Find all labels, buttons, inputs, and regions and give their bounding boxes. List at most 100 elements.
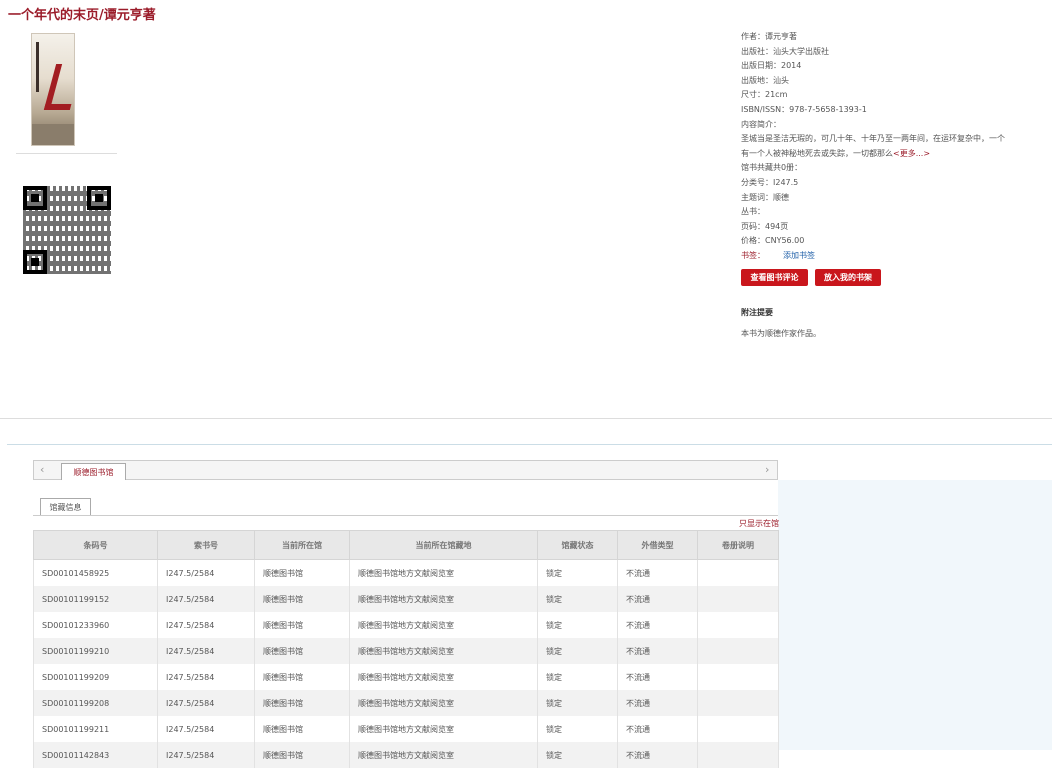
- qr-finder-top-left: [23, 186, 47, 210]
- cell-barcode: SD00101199208: [33, 690, 158, 716]
- table-header-row: 条码号 索书号 当前所在馆 当前所在馆藏地 馆藏状态 外借类型 卷册说明: [33, 530, 779, 560]
- subtab-divider: [33, 515, 778, 516]
- cell-loan-type: 不流通: [617, 612, 698, 638]
- qr-finder-bottom-left: [23, 250, 47, 274]
- cell-status: 锁定: [537, 690, 618, 716]
- table-row: SD00101142843 I247.5/2584 顺德图书馆 顺德图书馆地方文…: [33, 742, 779, 768]
- cell-call-number: I247.5/2584: [157, 612, 255, 638]
- tab-holdings-info[interactable]: 馆藏信息: [40, 498, 91, 515]
- info-pub-date: 出版日期：2014: [741, 61, 802, 71]
- tab-library[interactable]: 顺德图书馆: [61, 463, 126, 480]
- cell-volume-note: [697, 664, 779, 690]
- cell-location: 顺德图书馆地方文献阅览室: [349, 638, 538, 664]
- more-link[interactable]: <更多...>: [893, 149, 930, 158]
- cell-status: 锁定: [537, 586, 618, 612]
- cell-loan-type: 不流通: [617, 586, 698, 612]
- header-volume-note: 卷册说明: [697, 530, 779, 560]
- cell-call-number: I247.5/2584: [157, 690, 255, 716]
- cell-call-number: I247.5/2584: [157, 742, 255, 768]
- cell-library: 顺德图书馆: [254, 559, 350, 586]
- cell-call-number: I247.5/2584: [157, 586, 255, 612]
- info-intro-label: 内容简介：: [741, 119, 781, 129]
- cell-volume-note: [697, 742, 779, 768]
- qr-finder-top-right: [87, 186, 111, 210]
- book-cover-image[interactable]: [31, 33, 75, 146]
- cell-loan-type: 不流通: [617, 742, 698, 768]
- cover-spine: [36, 42, 39, 92]
- cell-call-number: I247.5/2584: [157, 716, 255, 742]
- header-current-location: 当前所在馆藏地: [349, 530, 538, 560]
- holdings-table: 条码号 索书号 当前所在馆 当前所在馆藏地 馆藏状态 外借类型 卷册说明 SD0…: [33, 530, 779, 768]
- qr-code: [23, 186, 111, 274]
- book-info-panel: 作者：谭元亨著 出版社：汕头大学出版社 出版日期：2014 出版地：汕头 尺寸：…: [741, 30, 1011, 264]
- cell-library: 顺德图书馆: [254, 664, 350, 690]
- info-copies: 馆书共藏共0册：: [741, 163, 803, 173]
- info-pages: 页码：494页: [741, 221, 789, 231]
- view-reviews-button[interactable]: 查看图书评论: [741, 269, 808, 286]
- cell-volume-note: [697, 559, 779, 586]
- cell-barcode: SD00101233960: [33, 612, 158, 638]
- add-to-shelf-button[interactable]: 放入我的书架: [815, 269, 881, 286]
- info-size: 尺寸：21cm: [741, 90, 788, 100]
- section-divider: [0, 418, 1052, 419]
- cell-barcode: SD00101199152: [33, 586, 158, 612]
- info-isbn: ISBN/ISSN：978-7-5658-1393-1: [741, 104, 867, 114]
- cell-library: 顺德图书馆: [254, 690, 350, 716]
- bookmark-label: 书签：: [741, 250, 765, 260]
- header-current-library: 当前所在馆: [254, 530, 350, 560]
- only-in-library-link[interactable]: 只显示在馆: [739, 518, 779, 529]
- cell-library: 顺德图书馆: [254, 612, 350, 638]
- notes-text: 本书为顺德作家作品。: [741, 329, 821, 338]
- cell-volume-note: [697, 638, 779, 664]
- library-tab-bar: ‹ ›: [33, 460, 778, 480]
- cell-volume-note: [697, 690, 779, 716]
- table-row: SD00101458925 I247.5/2584 顺德图书馆 顺德图书馆地方文…: [33, 559, 779, 586]
- info-author: 作者：谭元亨著: [741, 32, 797, 41]
- tab-scroll-right-icon[interactable]: ›: [765, 463, 769, 476]
- table-row: SD00101233960 I247.5/2584 顺德图书馆 顺德图书馆地方文…: [33, 612, 779, 638]
- cell-location: 顺德图书馆地方文献阅览室: [349, 716, 538, 742]
- table-row: SD00101199210 I247.5/2584 顺德图书馆 顺德图书馆地方文…: [33, 638, 779, 664]
- cell-location: 顺德图书馆地方文献阅览室: [349, 690, 538, 716]
- cell-call-number: I247.5/2584: [157, 638, 255, 664]
- cell-loan-type: 不流通: [617, 559, 698, 586]
- cover-divider: [16, 153, 117, 154]
- cell-volume-note: [697, 612, 779, 638]
- cell-barcode: SD00101199209: [33, 664, 158, 690]
- info-class-no: 分类号：I247.5: [741, 177, 799, 187]
- info-pub-place: 出版地：汕头: [741, 75, 789, 85]
- cell-call-number: I247.5/2584: [157, 559, 255, 586]
- header-loan-type: 外借类型: [617, 530, 698, 560]
- table-row: SD00101199211 I247.5/2584 顺德图书馆 顺德图书馆地方文…: [33, 716, 779, 742]
- cell-barcode: SD00101142843: [33, 742, 158, 768]
- cell-barcode: SD00101199211: [33, 716, 158, 742]
- cell-status: 锁定: [537, 612, 618, 638]
- cell-loan-type: 不流通: [617, 690, 698, 716]
- cell-location: 顺德图书馆地方文献阅览室: [349, 742, 538, 768]
- holdings-side-area: [778, 480, 1052, 750]
- book-title: 一个年代的末页/谭元亨著: [8, 8, 156, 23]
- cell-location: 顺德图书馆地方文献阅览室: [349, 612, 538, 638]
- info-series: 丛书：: [741, 207, 765, 217]
- table-row: SD00101199209 I247.5/2584 顺德图书馆 顺德图书馆地方文…: [33, 664, 779, 690]
- add-bookmark-link[interactable]: 添加书签: [783, 251, 815, 260]
- cell-location: 顺德图书馆地方文献阅览室: [349, 664, 538, 690]
- cell-location: 顺德图书馆地方文献阅览室: [349, 586, 538, 612]
- cell-volume-note: [697, 586, 779, 612]
- info-bookmark: 书签： 添加书签: [741, 249, 1011, 264]
- info-publisher: 出版社：汕头大学出版社: [741, 46, 829, 56]
- cell-loan-type: 不流通: [617, 716, 698, 742]
- tab-scroll-left-icon[interactable]: ‹: [40, 463, 44, 476]
- cell-status: 锁定: [537, 638, 618, 664]
- notes-title: 附注提要: [741, 308, 773, 317]
- cell-barcode: SD00101458925: [33, 559, 158, 586]
- header-call-number: 索书号: [157, 530, 255, 560]
- cell-call-number: I247.5/2584: [157, 664, 255, 690]
- cell-barcode: SD00101199210: [33, 638, 158, 664]
- cell-status: 锁定: [537, 559, 618, 586]
- cell-loan-type: 不流通: [617, 664, 698, 690]
- cover-brush-stroke: [43, 64, 74, 110]
- cover-band: [32, 124, 74, 145]
- cell-status: 锁定: [537, 664, 618, 690]
- cell-status: 锁定: [537, 742, 618, 768]
